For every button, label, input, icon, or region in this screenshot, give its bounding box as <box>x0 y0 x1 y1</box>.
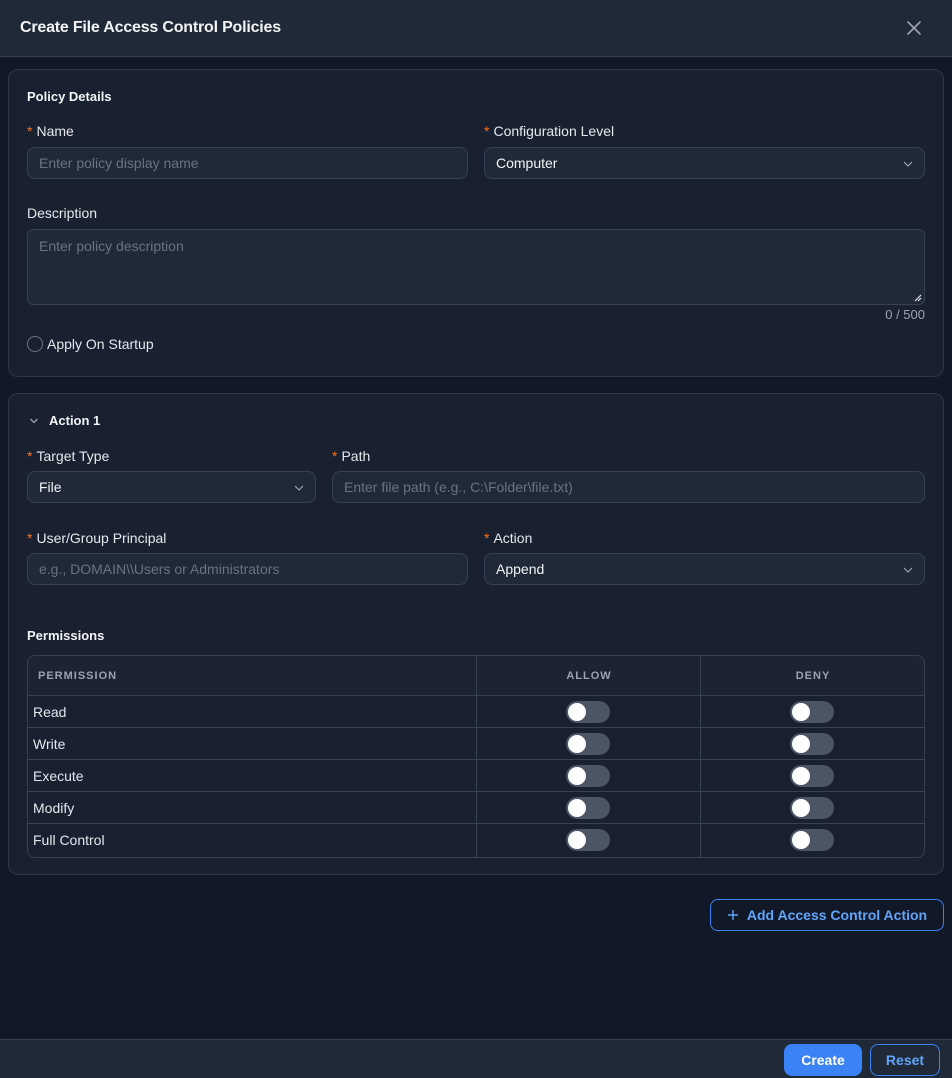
policy-details-card: Policy Details * Name Enter policy displa… <box>8 69 944 377</box>
dialog-footer: Create Reset <box>0 1039 952 1078</box>
required-marker: * <box>484 123 490 139</box>
action-card: Action 1 * Target Type File * Path Enter f… <box>8 393 944 875</box>
principal-placeholder: e.g., DOMAIN\\Users or Administrators <box>39 561 280 577</box>
config-level-label: * Configuration Level <box>484 123 615 139</box>
header-permission: PERMISSION <box>38 670 118 682</box>
description-label: Description <box>27 205 98 221</box>
toggle-knob <box>568 831 586 849</box>
permission-name: Write <box>33 736 66 752</box>
column-divider <box>476 656 477 857</box>
name-placeholder: Enter policy display name <box>39 155 199 171</box>
add-access-control-action-button[interactable]: Add Access Control Action <box>710 899 944 931</box>
permissions-table: PERMISSION ALLOW DENY Read Write Execute Mo… <box>27 655 925 858</box>
target-type-value: File <box>39 479 62 495</box>
permission-name: Read <box>33 704 67 720</box>
permissions-title: Permissions <box>27 628 105 643</box>
toggle-knob <box>568 703 586 721</box>
path-placeholder: Enter file path (e.g., C:\Folder\file.tx… <box>344 479 573 495</box>
allow-toggle[interactable] <box>566 829 610 851</box>
toggle-knob <box>568 799 586 817</box>
apply-on-startup-label[interactable]: Apply On Startup <box>47 336 154 352</box>
deny-toggle[interactable] <box>790 701 834 723</box>
dialog-title: Create File Access Control Policies <box>20 19 281 36</box>
required-marker: * <box>332 448 338 464</box>
action-label: * Action <box>484 530 533 546</box>
required-marker: * <box>484 530 490 546</box>
apply-on-startup-radio[interactable] <box>27 336 43 352</box>
toggle-knob <box>792 799 810 817</box>
name-input[interactable]: Enter policy display name <box>27 147 468 179</box>
required-marker: * <box>27 448 33 464</box>
description-textarea[interactable]: Enter policy description <box>27 229 925 305</box>
toggle-knob <box>792 703 810 721</box>
description-counter: 0 / 500 <box>885 307 925 322</box>
chevron-down-icon <box>903 567 913 573</box>
toggle-knob <box>792 735 810 753</box>
collapse-chevron-icon[interactable] <box>29 416 39 426</box>
principal-label: * User/Group Principal <box>27 530 167 546</box>
add-action-label: Add Access Control Action <box>746 907 928 923</box>
toggle-knob <box>568 767 586 785</box>
allow-toggle[interactable] <box>566 797 610 819</box>
target-type-label: * Target Type <box>27 448 110 464</box>
header-deny: DENY <box>795 670 831 682</box>
path-label: * Path <box>332 448 371 464</box>
dialog-header: Create File Access Control Policies <box>0 0 952 57</box>
toggle-knob <box>792 831 810 849</box>
toggle-knob <box>792 767 810 785</box>
resize-grip-icon[interactable] <box>912 292 922 302</box>
permission-name: Execute <box>33 768 84 784</box>
deny-toggle[interactable] <box>790 797 834 819</box>
action-title[interactable]: Action 1 <box>49 413 100 428</box>
action-select[interactable]: Append <box>484 553 925 585</box>
permission-name: Full Control <box>33 832 105 848</box>
deny-toggle[interactable] <box>790 765 834 787</box>
deny-toggle[interactable] <box>790 829 834 851</box>
chevron-down-icon <box>294 485 304 491</box>
allow-toggle[interactable] <box>566 765 610 787</box>
close-button[interactable] <box>904 18 924 38</box>
target-type-select[interactable]: File <box>27 471 316 503</box>
reset-button[interactable]: Reset <box>870 1044 940 1076</box>
required-marker: * <box>27 530 33 546</box>
name-label: * Name <box>27 123 74 139</box>
column-divider <box>700 656 701 857</box>
required-marker: * <box>27 123 33 139</box>
chevron-down-icon <box>903 161 913 167</box>
allow-toggle[interactable] <box>566 733 610 755</box>
create-button[interactable]: Create <box>784 1044 862 1076</box>
deny-toggle[interactable] <box>790 733 834 755</box>
config-level-value: Computer <box>496 155 558 171</box>
allow-toggle[interactable] <box>566 701 610 723</box>
permission-name: Modify <box>33 800 75 816</box>
path-input[interactable]: Enter file path (e.g., C:\Folder\file.tx… <box>332 471 925 503</box>
toggle-knob <box>568 735 586 753</box>
policy-details-title: Policy Details <box>27 89 112 104</box>
close-icon <box>907 21 921 35</box>
header-allow: ALLOW <box>566 670 612 682</box>
principal-input[interactable]: e.g., DOMAIN\\Users or Administrators <box>27 553 468 585</box>
config-level-select[interactable]: Computer <box>484 147 925 179</box>
description-placeholder: Enter policy description <box>39 238 184 254</box>
action-value: Append <box>496 561 545 577</box>
plus-icon <box>727 910 738 920</box>
